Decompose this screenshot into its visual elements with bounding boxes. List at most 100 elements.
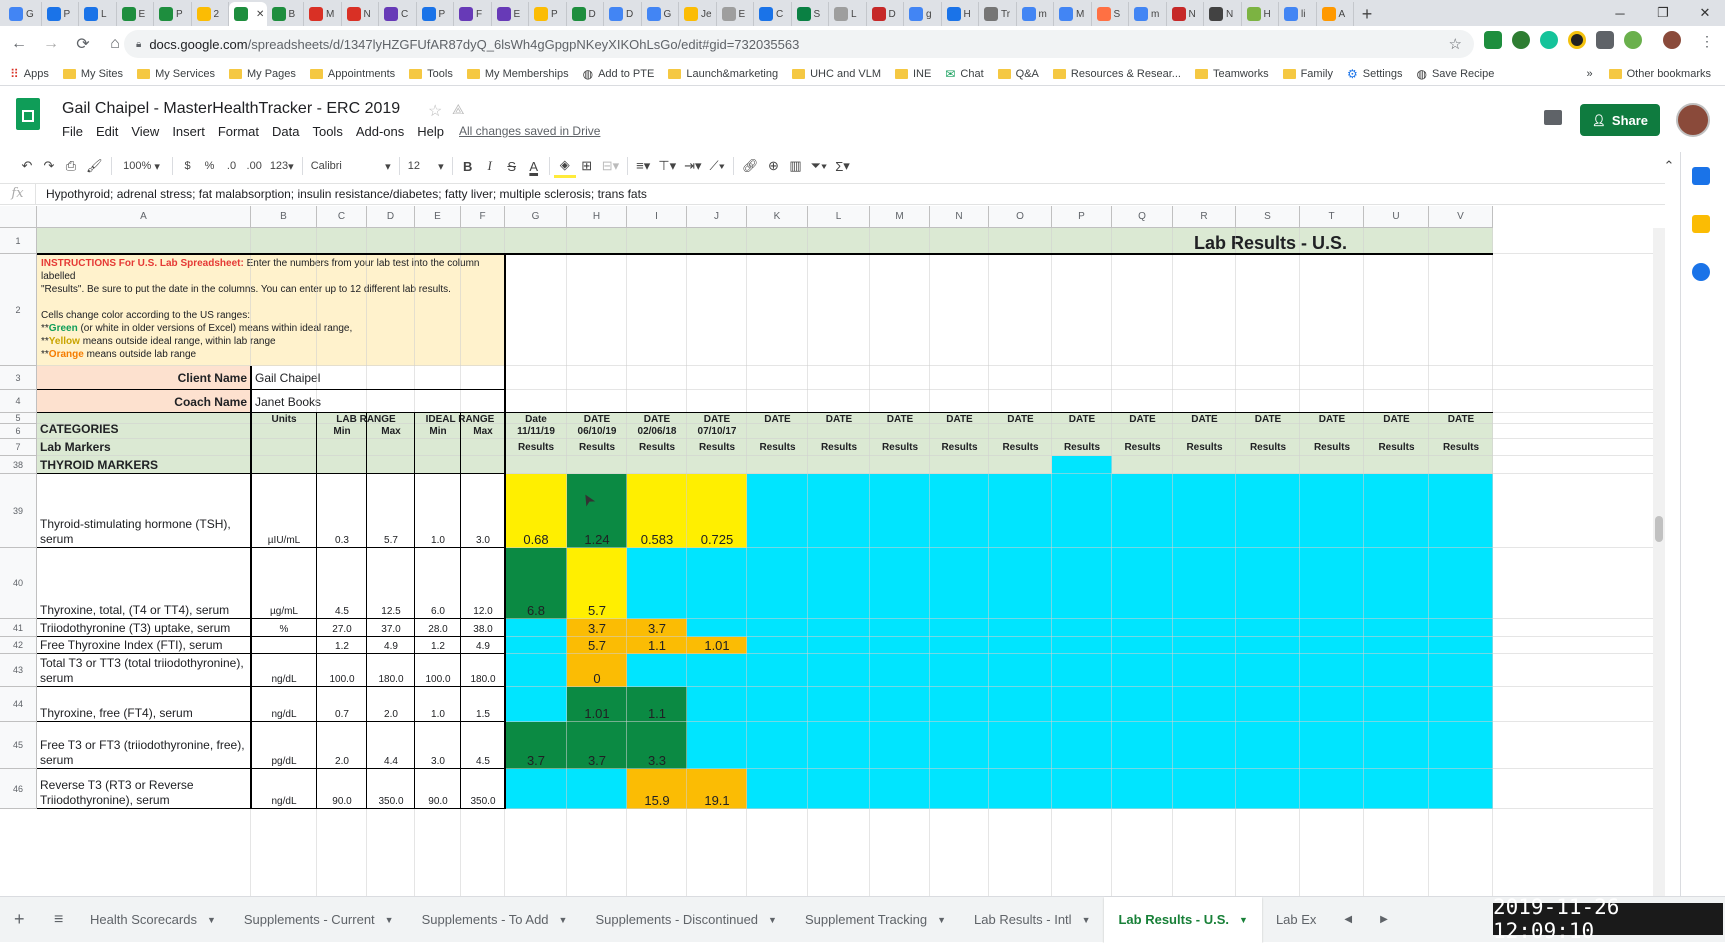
row-header[interactable]: 45 <box>0 722 37 769</box>
browser-tab[interactable]: M <box>304 2 342 26</box>
spreadsheet-grid[interactable]: A B C D E F G H I J K L M N O P Q R S T U V 1 2 3 4 5 6 7 38 39 40 41 42 4… <box>0 206 1665 896</box>
bookmark-star-icon[interactable]: ☆ <box>1449 35 1462 53</box>
caret-down-icon[interactable]: ▼ <box>1082 915 1091 925</box>
result-value[interactable]: 1.24 <box>567 533 627 547</box>
browser-tab[interactable]: P <box>154 2 192 26</box>
browser-tab[interactable]: D <box>867 2 904 26</box>
result-value[interactable]: 5.7 <box>567 604 627 618</box>
column-header[interactable]: O <box>989 206 1052 228</box>
column-header[interactable]: F <box>461 206 505 228</box>
column-header[interactable]: I <box>627 206 687 228</box>
column-header[interactable]: R <box>1173 206 1236 228</box>
browser-tab[interactable]: L <box>829 2 867 26</box>
percent-button[interactable]: % <box>199 154 221 178</box>
browser-tab[interactable]: N <box>1204 2 1242 26</box>
result-value[interactable]: 19.1 <box>687 794 747 808</box>
vertical-align-icon[interactable]: ⊤▾ <box>654 154 680 178</box>
save-status[interactable]: All changes saved in Drive <box>459 124 600 138</box>
row-header[interactable]: 3 <box>0 366 37 390</box>
caret-down-icon[interactable]: ▼ <box>559 915 568 925</box>
sheet-tab[interactable]: Lab Results - U.S. ▼ <box>1104 896 1262 943</box>
row-header[interactable]: 41 <box>0 619 37 637</box>
keyboard-extension-icon[interactable] <box>1596 31 1614 49</box>
bookmark-item[interactable]: ⚙ Settings <box>1347 67 1403 81</box>
result-value[interactable]: 0.583 <box>627 533 687 547</box>
document-title[interactable]: Gail Chaipel - MasterHealthTracker - ERC… <box>62 100 400 118</box>
client-name-value[interactable]: Gail Chaipel <box>255 371 495 385</box>
result-value[interactable]: 5.7 <box>567 639 627 653</box>
menu-file[interactable]: File <box>62 124 83 139</box>
decrease-decimal-button[interactable]: .0 <box>221 154 243 178</box>
browser-tab[interactable]: m <box>1129 2 1167 26</box>
row-header[interactable]: 44 <box>0 687 37 722</box>
result-value[interactable]: 3.7 <box>505 754 567 768</box>
browser-tab[interactable]: m <box>1017 2 1054 26</box>
browser-tab[interactable]: Je <box>679 2 717 26</box>
prev-sheet-icon[interactable]: ◀ <box>1330 897 1366 943</box>
result-value[interactable]: 1.01 <box>567 707 627 721</box>
browser-tab[interactable]: D <box>567 2 604 26</box>
row-header[interactable]: 2 <box>0 254 37 366</box>
bookmark-item[interactable]: ◍ Save Recipe <box>1416 67 1494 81</box>
calendar-icon[interactable] <box>1692 167 1710 185</box>
horizontal-align-icon[interactable]: ≡▾ <box>632 154 654 178</box>
sheet-tab[interactable]: Supplements - To Add ▼ <box>408 897 582 943</box>
menu-format[interactable]: Format <box>218 124 259 139</box>
select-all-corner[interactable] <box>0 206 37 228</box>
column-header[interactable]: P <box>1052 206 1112 228</box>
formula-input[interactable]: Hypothyroid; adrenal stress; fat malabso… <box>36 187 647 201</box>
menu-insert[interactable]: Insert <box>172 124 205 139</box>
result-value[interactable]: 0.725 <box>687 533 747 547</box>
bookmark-item[interactable]: INE <box>895 68 931 80</box>
sheet-tab[interactable]: Supplements - Discontinued ▼ <box>581 897 791 943</box>
bookmark-item[interactable]: Resources & Resear... <box>1052 68 1181 80</box>
column-header[interactable]: U <box>1364 206 1429 228</box>
filter-icon[interactable]: ⏷▾ <box>807 154 832 178</box>
browser-tab[interactable]: M <box>1054 2 1092 26</box>
menu-data[interactable]: Data <box>272 124 299 139</box>
bookmark-item[interactable]: Launch&marketing <box>668 68 778 80</box>
result-value[interactable]: 1.01 <box>687 639 747 653</box>
borders-icon[interactable]: ⊞ <box>576 154 598 178</box>
browser-tab[interactable]: P <box>42 2 79 26</box>
tab-close-icon[interactable]: ✕ <box>256 9 264 20</box>
result-value[interactable]: 1.1 <box>627 707 687 721</box>
merge-cells-icon[interactable]: ⊟▾ <box>598 154 623 178</box>
column-header[interactable]: K <box>747 206 808 228</box>
new-tab-button[interactable]: + <box>1354 2 1380 26</box>
browser-tab[interactable]: D <box>604 2 642 26</box>
browser-tab[interactable]: E <box>492 2 529 26</box>
result-value[interactable]: 0 <box>567 672 627 686</box>
grammarly-extension-icon[interactable] <box>1540 31 1558 49</box>
browser-tab[interactable]: 2 <box>192 2 229 26</box>
column-header[interactable]: J <box>687 206 747 228</box>
bookmark-item[interactable]: My Pages <box>228 68 296 80</box>
bookmark-item[interactable]: My Memberships <box>466 68 569 80</box>
insert-link-icon[interactable]: 🔗︎ <box>738 154 763 178</box>
browser-tab[interactable]: C <box>754 2 792 26</box>
profile-avatar-icon[interactable] <box>1663 31 1681 49</box>
browser-tab[interactable]: S <box>1092 2 1129 26</box>
circle-extension-icon[interactable] <box>1624 31 1642 49</box>
font-select[interactable]: Calibri ▾ <box>307 154 395 178</box>
row-header[interactable]: 4 <box>0 390 37 413</box>
star-icon[interactable]: ☆ <box>428 101 442 121</box>
url-input[interactable]: 🔒︎ docs.google.com/spreadsheets/d/1347ly… <box>124 30 1474 58</box>
column-header[interactable]: Q <box>1112 206 1173 228</box>
tasks-icon[interactable] <box>1692 263 1710 281</box>
caret-down-icon[interactable]: ▼ <box>768 915 777 925</box>
bookmark-item[interactable]: Appointments <box>309 68 395 80</box>
column-header[interactable]: H <box>567 206 627 228</box>
column-header[interactable]: L <box>808 206 870 228</box>
evernote-extension-icon[interactable] <box>1512 31 1530 49</box>
bookmark-item[interactable]: ◍ Add to PTE <box>583 67 655 81</box>
text-color-button[interactable]: A <box>523 154 545 178</box>
browser-tab[interactable]: ✕ <box>229 2 267 26</box>
sheet-tab[interactable]: Health Scorecards ▼ <box>76 897 230 943</box>
coach-name-value[interactable]: Janet Books <box>255 395 495 409</box>
bookmark-item[interactable]: Family <box>1282 68 1333 80</box>
column-header[interactable]: N <box>930 206 989 228</box>
bookmark-item[interactable]: UHC and VLM <box>792 68 881 80</box>
bookmarks-more-button[interactable]: » <box>1587 68 1593 80</box>
result-value[interactable]: 3.3 <box>627 754 687 768</box>
